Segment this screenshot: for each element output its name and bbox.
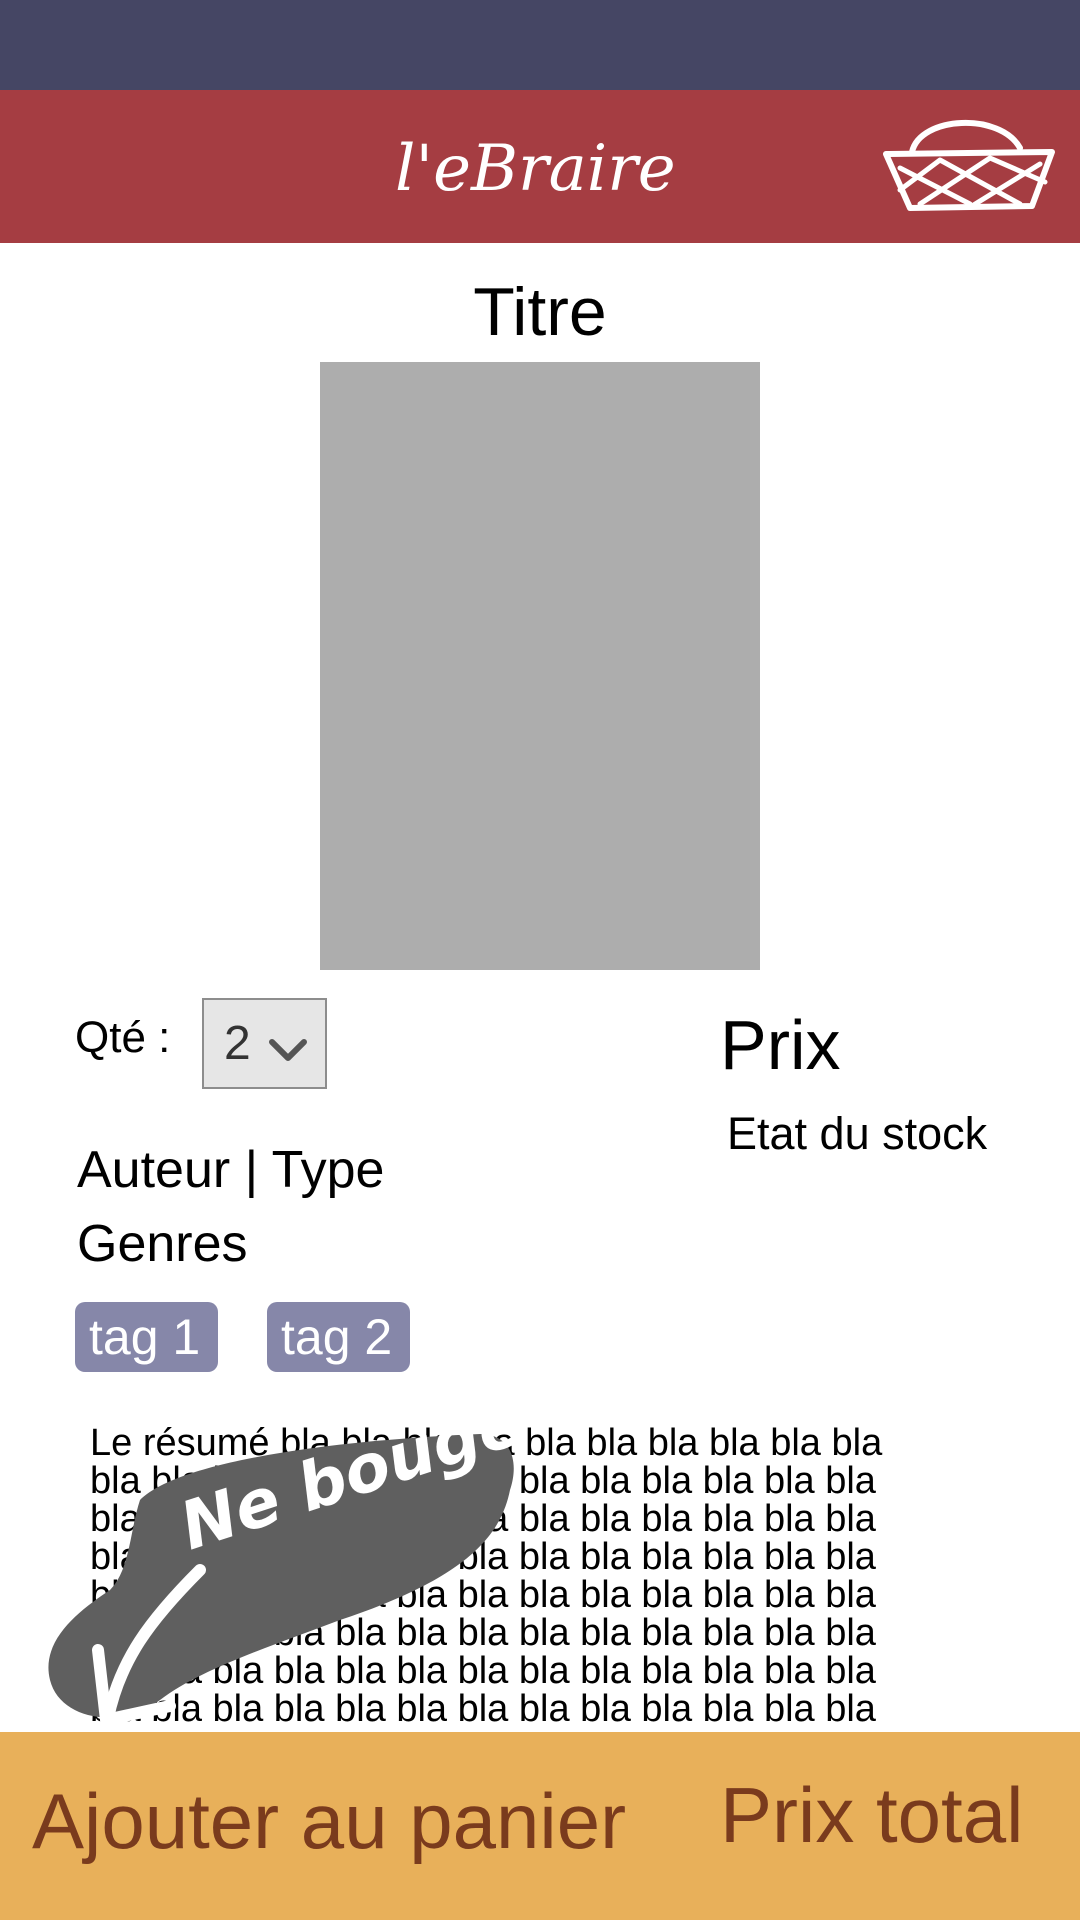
logo-text: l'eBraire (395, 132, 676, 206)
genres-label: Genres (77, 1215, 248, 1273)
author-type: Auteur | Type (77, 1141, 385, 1199)
app-header: l'eBraire (0, 90, 1080, 243)
book-title: Titre (473, 274, 607, 350)
add-to-cart-button[interactable]: Ajouter au panier (32, 1776, 626, 1866)
book-cover-image (320, 362, 760, 970)
quantity-value: 2 (224, 1017, 251, 1070)
book-summary: Le résumé bla bla bla bla bla bla bla bl… (90, 1424, 883, 1726)
quantity-label: Qté : (75, 1013, 171, 1062)
logo: l'eBraire (395, 132, 676, 206)
stock-status: Etat du stock (727, 1108, 988, 1159)
tag-chip[interactable]: tag 1 (75, 1302, 218, 1372)
total-price: Prix total (720, 1771, 1024, 1859)
tag-chip[interactable]: tag 2 (267, 1302, 410, 1372)
footer-bar: Ajouter au panier Prix total (0, 1732, 1080, 1920)
basket-icon (883, 119, 1055, 211)
quantity-select[interactable]: 2 (202, 998, 327, 1089)
basket-button[interactable] (880, 108, 1058, 226)
price: Prix (720, 1006, 841, 1084)
chevron-down-icon (269, 1039, 307, 1061)
status-bar (0, 0, 1080, 90)
